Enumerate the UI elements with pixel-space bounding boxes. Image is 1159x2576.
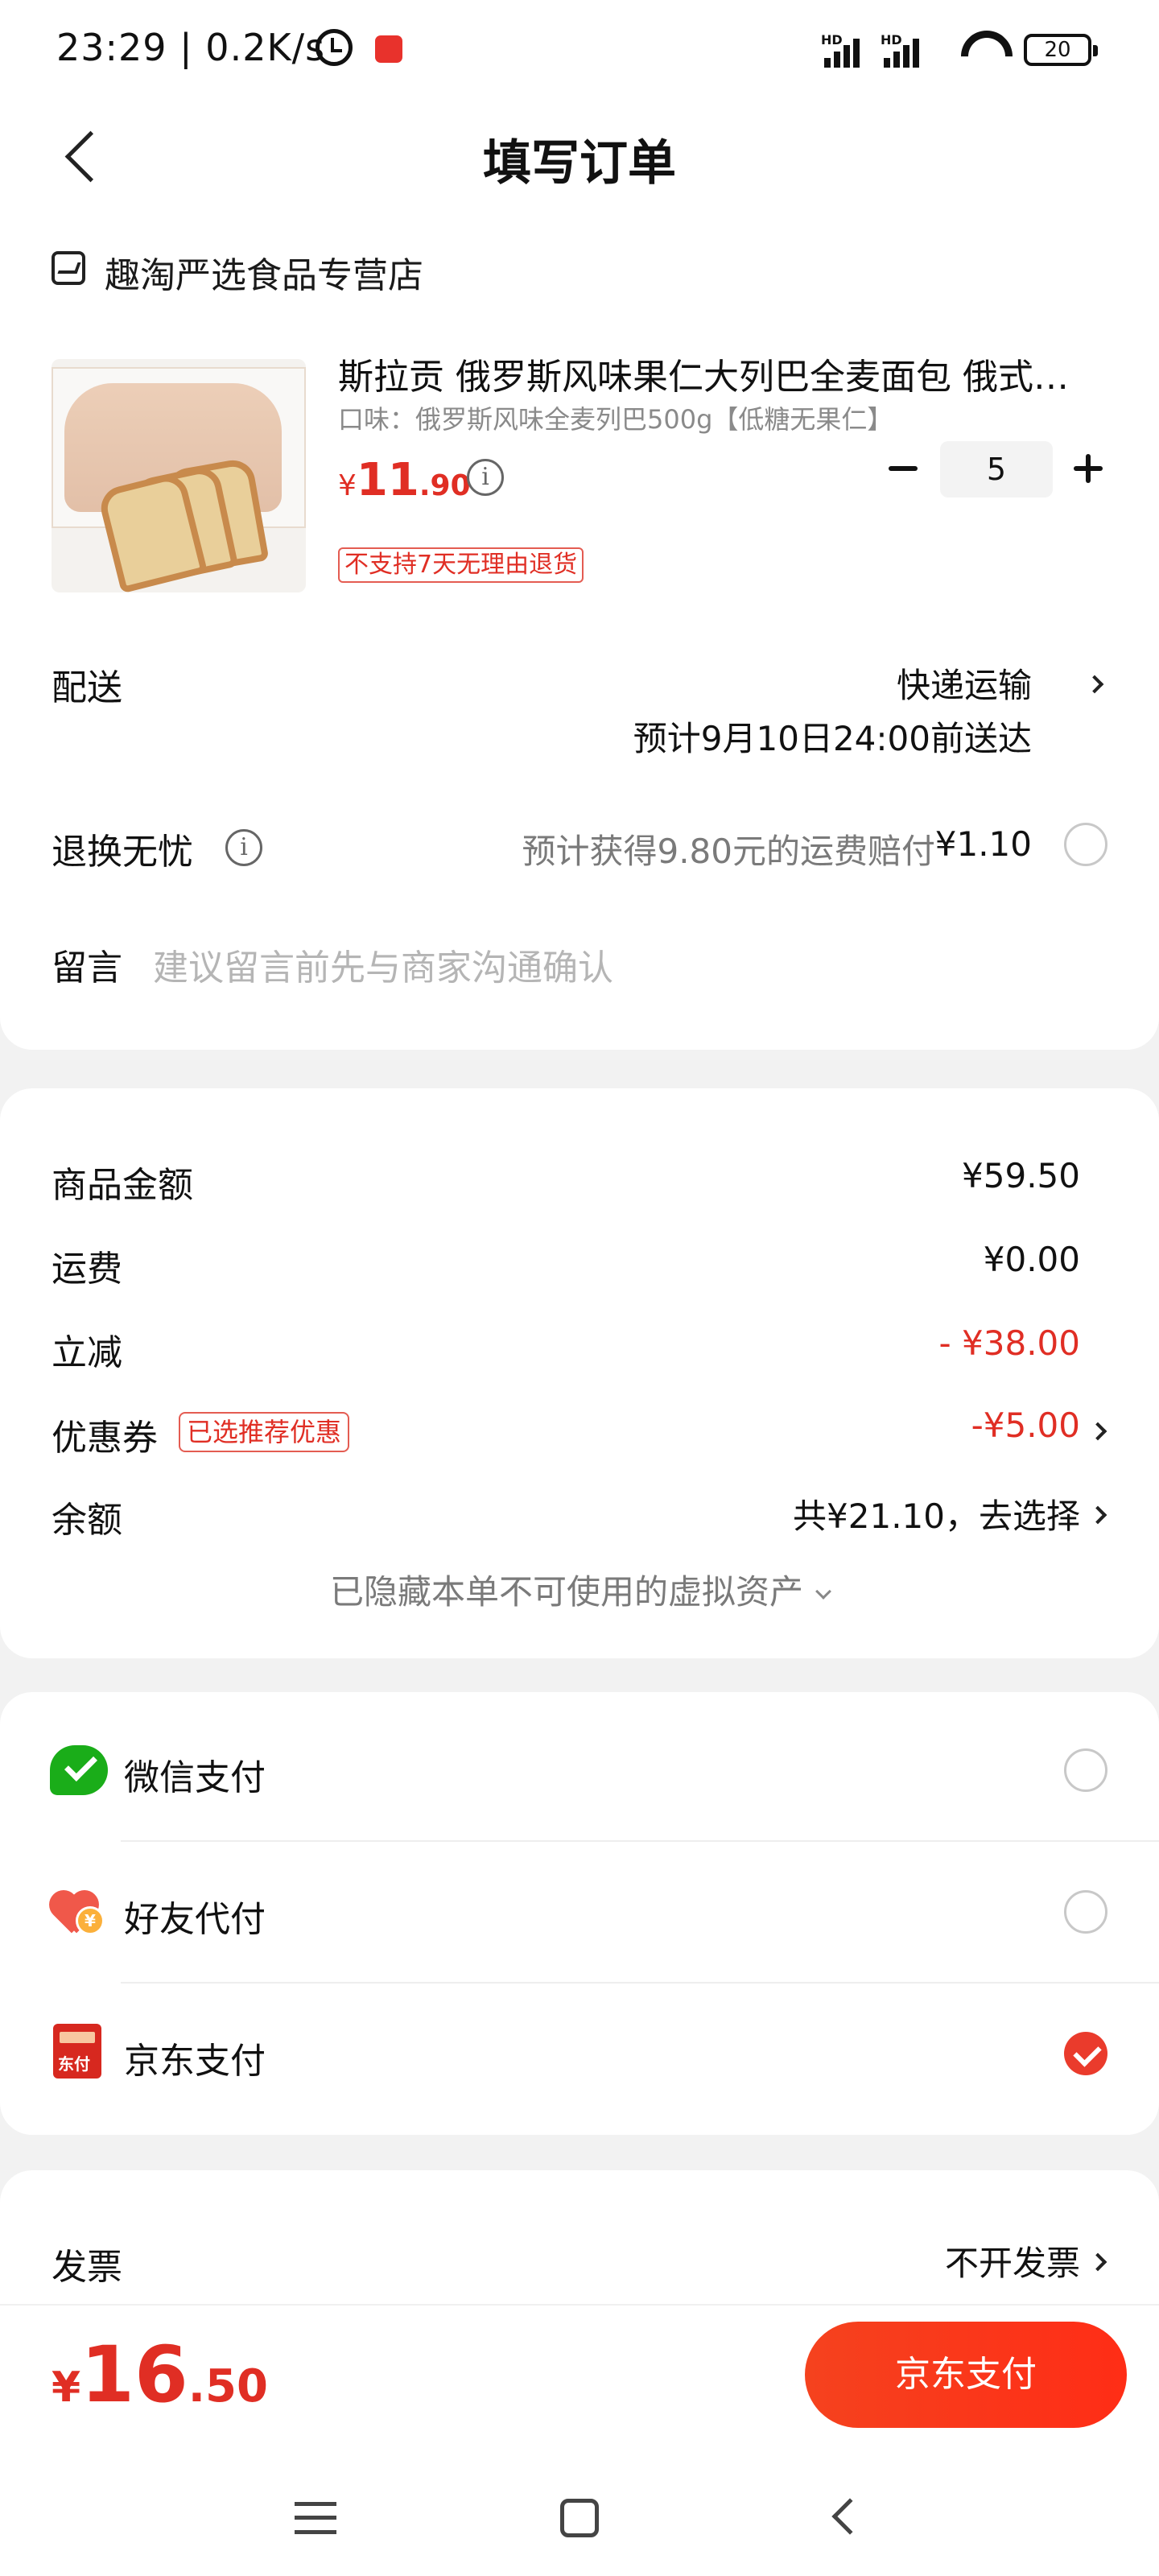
header: 填写订单	[0, 100, 1159, 213]
goods-amount-value: ¥59.50	[962, 1156, 1080, 1195]
return-policy-badge: 不支持7天无理由退货	[338, 547, 584, 583]
delivery-chevron-icon[interactable]	[1085, 675, 1104, 694]
payment-method-label[interactable]: 微信支付	[124, 1748, 266, 1800]
divider	[121, 1840, 1159, 1842]
signal-hd-label: HD	[821, 32, 843, 47]
total-integer: 16	[80, 2330, 188, 2420]
delivery-label: 配送	[52, 667, 122, 708]
friend-pay-radio[interactable]	[1064, 1890, 1107, 1934]
quantity-input[interactable]: 5	[940, 441, 1053, 497]
page-title: 填写订单	[483, 135, 676, 192]
app-notification-icon	[375, 35, 402, 63]
shop-icon	[52, 251, 85, 285]
delivery-method[interactable]: 快递运输	[897, 658, 1032, 708]
payment-method-label[interactable]: 京东支付	[124, 2032, 266, 2083]
menu-icon[interactable]	[295, 2502, 336, 2534]
price-decimal: .90	[419, 469, 471, 502]
total-decimal: .50	[188, 2360, 268, 2413]
jd-pay-radio[interactable]	[1064, 2032, 1107, 2075]
price-integer: 11	[356, 454, 419, 506]
message-label: 留言	[52, 947, 122, 989]
message-input[interactable]: 建议留言前先与商家沟通确认	[153, 939, 613, 990]
invoice-value[interactable]: 不开发票	[945, 2236, 1080, 2285]
shipping-fee-value: ¥0.00	[983, 1240, 1080, 1279]
product-price: ¥11.90	[338, 454, 471, 506]
coupon-value[interactable]: -¥5.00	[971, 1406, 1080, 1445]
discount-label: 立减	[52, 1332, 122, 1373]
battery-icon: 20	[1024, 34, 1098, 66]
quantity-increase-button[interactable]	[1067, 448, 1109, 489]
return-insurance-label: 退换无忧	[52, 832, 193, 873]
back-nav-icon[interactable]	[831, 2498, 868, 2535]
wifi-icon	[950, 19, 1024, 93]
status-time: 23:29 | 0.2K/s	[56, 26, 326, 69]
return-insurance-note: 预计获得9.80元的运费赔付	[522, 832, 935, 871]
signal-hd-label: HD	[881, 32, 902, 47]
balance-value[interactable]: 共¥21.10，去选择	[793, 1489, 1080, 1538]
hidden-assets-toggle[interactable]: 已隐藏本单不可使用的虚拟资产	[0, 1565, 1159, 1614]
pay-button[interactable]: 京东支付	[805, 2322, 1127, 2428]
balance-label: 余额	[52, 1500, 122, 1541]
price-symbol: ¥	[338, 469, 357, 502]
return-insurance-radio[interactable]	[1064, 823, 1107, 866]
status-bar: 23:29 | 0.2K/s HD HD 20	[0, 0, 1159, 100]
invoice-label: 发票	[52, 2247, 122, 2288]
hidden-assets-text: 已隐藏本单不可使用的虚拟资产	[329, 1572, 803, 1612]
chevron-down-icon	[815, 1583, 831, 1600]
wechat-pay-icon	[50, 1745, 108, 1795]
home-icon[interactable]	[560, 2499, 599, 2537]
product-title[interactable]: 斯拉贡 俄罗斯风味果仁大列巴全麦面包 俄式大列巴	[338, 348, 1103, 399]
total-symbol: ¥	[52, 2363, 81, 2412]
friend-pay-icon: ¥	[43, 1884, 106, 1935]
divider	[121, 1982, 1159, 1984]
delivery-eta: 预计9月10日24:00前送达	[633, 719, 1032, 758]
jd-pay-icon-text: 东付	[58, 2054, 90, 2074]
product-image[interactable]	[52, 359, 306, 592]
wechat-pay-radio[interactable]	[1064, 1748, 1107, 1792]
product-spec[interactable]: 口味：俄罗斯风味全麦列巴500g【低糖无果仁】	[338, 399, 893, 436]
checkout-bar: ¥16.50 京东支付	[0, 2304, 1159, 2446]
shipping-fee-label: 运费	[52, 1249, 122, 1290]
shop-name: 趣淘严选食品专营店	[105, 255, 423, 296]
signal-icon: HD	[881, 32, 929, 68]
coupon-label: 优惠券	[52, 1418, 158, 1459]
system-nav-bar	[0, 2446, 1159, 2576]
return-insurance-info-icon[interactable]: i	[225, 829, 262, 866]
order-total: ¥16.50	[52, 2330, 268, 2420]
order-card: 趣淘严选食品专营店 斯拉贡 俄罗斯风味果仁大列巴全麦面包 俄式大列巴 口味：俄罗…	[0, 213, 1159, 1050]
quantity-decrease-button[interactable]	[882, 448, 924, 489]
alarm-icon	[316, 29, 353, 66]
return-insurance-price: ¥1.10	[934, 824, 1032, 864]
coupon-tag: 已选推荐优惠	[179, 1412, 350, 1452]
price-info-icon[interactable]: i	[467, 459, 504, 496]
discount-value: - ¥38.00	[938, 1323, 1080, 1363]
jd-pay-icon: 东付	[53, 2024, 101, 2079]
payment-method-label[interactable]: 好友代付	[124, 1890, 266, 1942]
signal-icon: HD	[821, 32, 869, 68]
goods-amount-label: 商品金额	[52, 1165, 193, 1206]
